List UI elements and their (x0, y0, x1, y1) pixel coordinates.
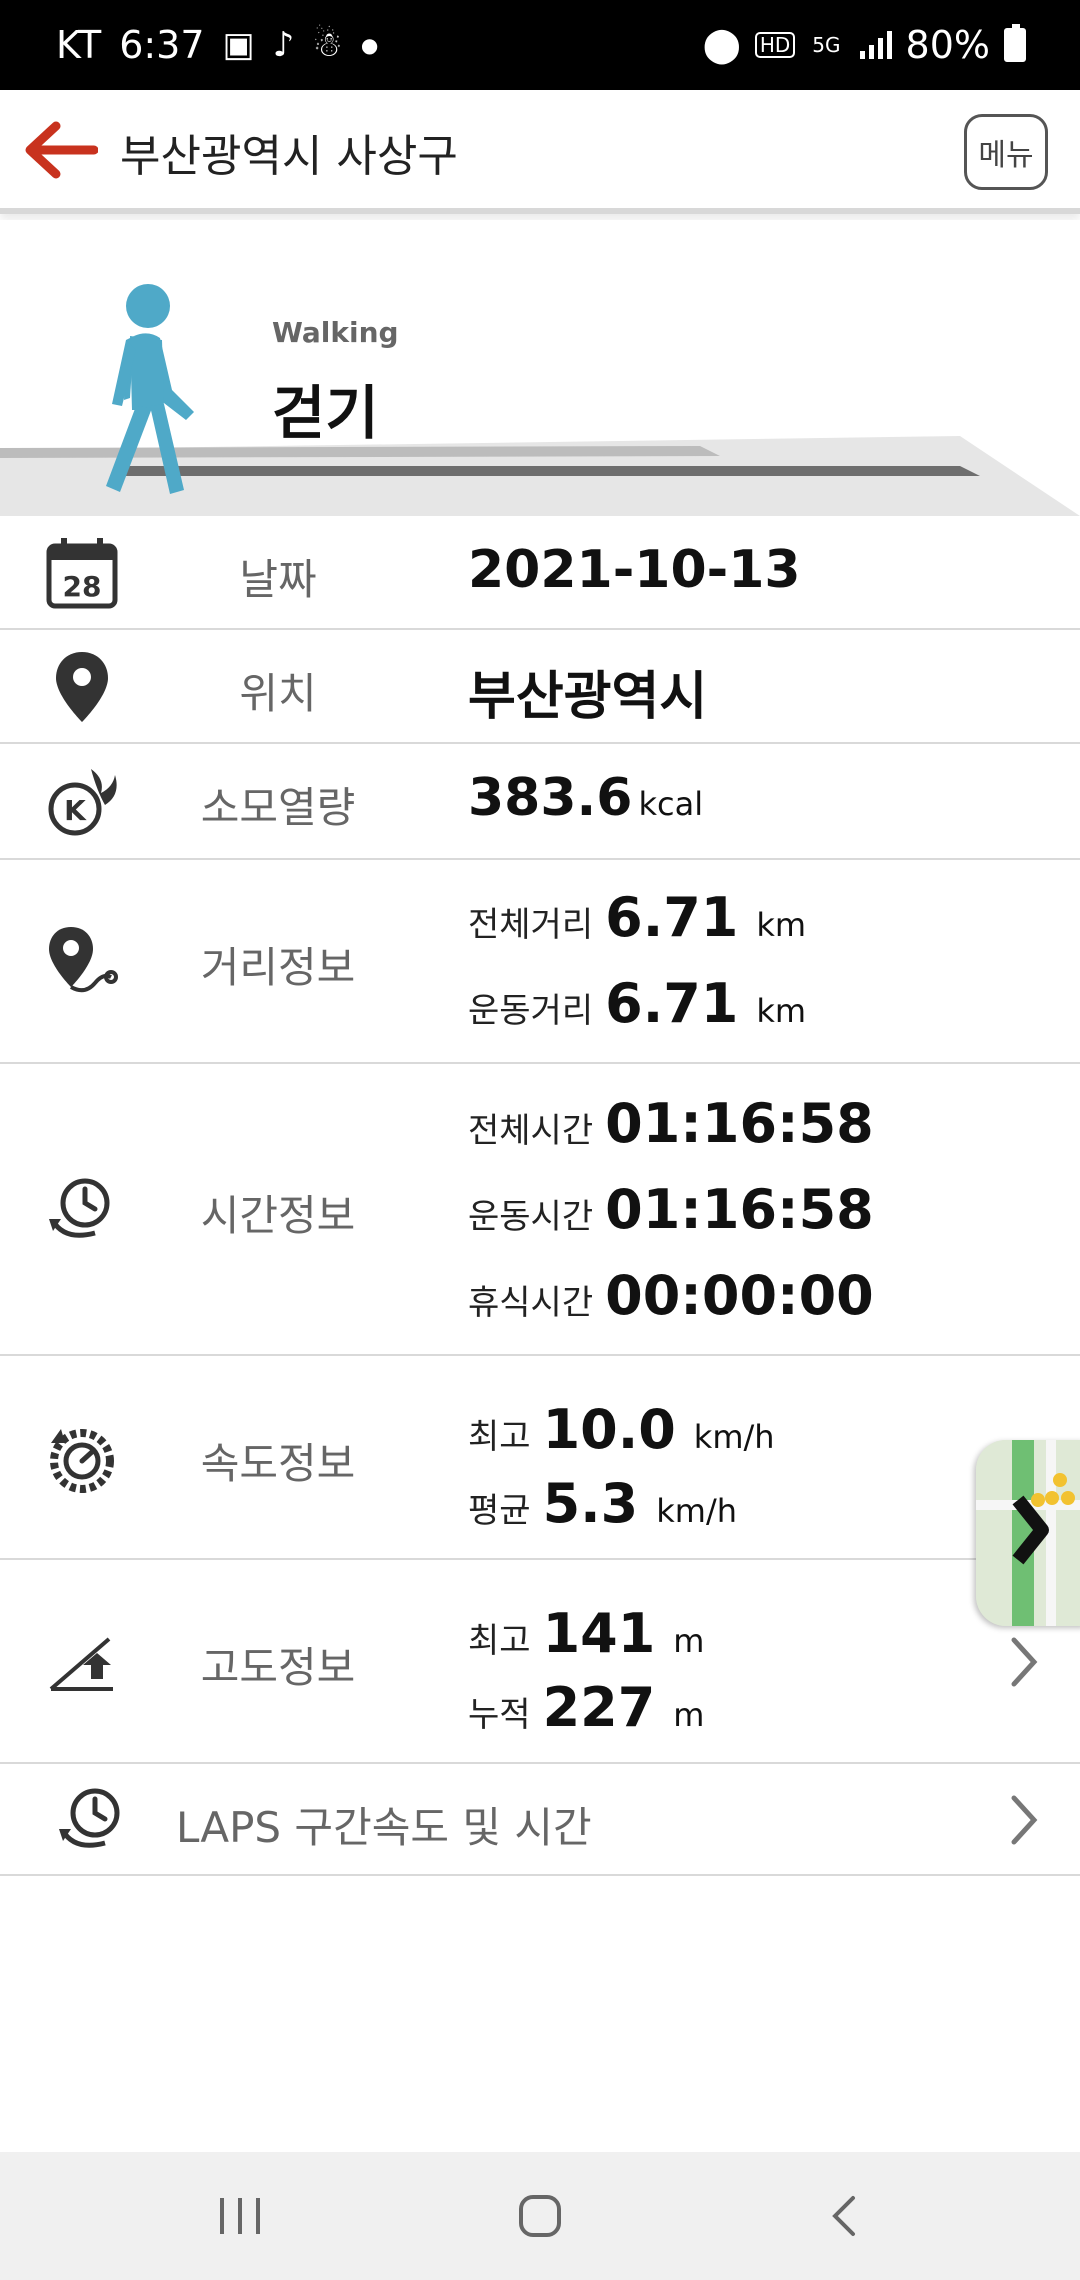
app-header: 부산광역시 사상구 메뉴 (0, 90, 1080, 214)
cumulative-altitude-value: 227 (542, 1676, 656, 1739)
gallery-icon: ▣ (222, 25, 255, 65)
exercise-distance-label: 운동거리 (468, 991, 594, 1031)
exercise-distance-unit: km (756, 992, 807, 1030)
exercise-time-label: 운동시간 (468, 1197, 594, 1237)
max-altitude-unit: m (673, 1622, 705, 1660)
altitude-label: 고도정보 (200, 1643, 356, 1692)
page-title: 부산광역시 사상구 (120, 131, 458, 182)
row-date: 28 날짜 2021-10-13 (0, 516, 1080, 630)
speedometer-icon (40, 1416, 124, 1500)
clock-cycle-icon (50, 1778, 134, 1862)
hd-icon: HD (754, 32, 796, 58)
rest-time-line: 휴식시간 00:00:00 (468, 1264, 874, 1327)
map-preview-graphic (976, 1440, 1080, 1626)
map-thumbnail-button[interactable] (976, 1440, 1080, 1626)
route-pin-icon (40, 920, 124, 1004)
location-value: 부산광역시 (468, 667, 708, 727)
max-speed-line: 최고 10.0 km/h (468, 1398, 775, 1461)
row-speed[interactable]: 속도정보 최고 10.0 km/h 평균 5.3 km/h (0, 1356, 1080, 1560)
cumulative-altitude-unit: m (673, 1696, 705, 1734)
back-chevron-icon (832, 2196, 855, 2236)
status-bar-left: KT 6:37 ▣ ♪ ☃ ● (56, 0, 378, 90)
dot-icon: ● (360, 33, 379, 57)
battery-percent: 80% (905, 23, 990, 67)
record-detail-list: 28 날짜 2021-10-13 위치 부산광역시 K 소모열량 383.6 kc… (0, 516, 1080, 1876)
avg-speed-value: 5.3 (542, 1472, 639, 1535)
date-label: 날짜 (239, 555, 317, 604)
calorie-flame-icon: K (40, 760, 124, 844)
home-icon (519, 2195, 561, 2237)
tiktok-icon: ♪ (272, 25, 295, 65)
activity-hero: Walking 걷기 (0, 220, 1080, 516)
total-distance-line: 전체거리 6.71 km (468, 886, 806, 949)
max-altitude-value: 141 (542, 1602, 656, 1665)
calories-unit: kcal (638, 785, 704, 823)
row-calories: K 소모열량 383.6 kcal (0, 744, 1080, 860)
row-altitude[interactable]: 고도정보 최고 141 m 누적 227 m (0, 1560, 1080, 1764)
max-speed-unit: km/h (693, 1418, 775, 1456)
total-distance-value: 6.71 (605, 886, 739, 949)
home-button[interactable] (500, 2152, 580, 2280)
rest-time-label: 휴식시간 (468, 1283, 594, 1323)
max-altitude-label: 최고 (468, 1621, 531, 1661)
chevron-right-icon (1011, 1637, 1038, 1687)
total-time-label: 전체시간 (468, 1111, 594, 1151)
date-value: 2021-10-13 (468, 540, 801, 600)
rest-time-value: 00:00:00 (605, 1264, 874, 1327)
svg-text:K: K (64, 794, 87, 827)
max-altitude-line: 최고 141 m (468, 1602, 704, 1665)
total-time-value: 01:16:58 (605, 1092, 874, 1155)
exercise-time-value: 01:16:58 (605, 1178, 874, 1241)
location-label: 위치 (239, 669, 317, 718)
location-status-icon: ⬤ (702, 25, 741, 65)
carrier-label: KT (56, 23, 102, 67)
network-5g-icon: 5G (812, 33, 841, 57)
speed-label: 속도정보 (200, 1439, 356, 1488)
clock-cycle-icon (40, 1168, 124, 1252)
distance-label: 거리정보 (200, 943, 356, 992)
row-location: 위치 부산광역시 (0, 630, 1080, 744)
battery-icon (1004, 24, 1026, 62)
cumulative-altitude-line: 누적 227 m (468, 1676, 704, 1739)
slope-icon (40, 1620, 124, 1704)
clock: 6:37 (119, 23, 205, 67)
max-speed-label: 최고 (468, 1417, 531, 1457)
activity-name-korean: 걷기 (272, 379, 379, 447)
avg-speed-unit: km/h (656, 1492, 737, 1530)
total-distance-unit: km (756, 906, 807, 944)
recent-apps-icon (220, 2198, 260, 2234)
time-label: 시간정보 (200, 1191, 356, 1240)
recent-apps-button[interactable] (200, 2152, 280, 2280)
walking-person-icon (106, 284, 194, 494)
exercise-distance-line: 운동거리 6.71 km (468, 972, 806, 1035)
cumulative-altitude-label: 누적 (468, 1695, 531, 1735)
calories-value-group: 383.6 kcal (468, 768, 703, 828)
total-time-line: 전체시간 01:16:58 (468, 1092, 874, 1155)
avg-speed-line: 평균 5.3 km/h (468, 1472, 737, 1535)
svg-text:28: 28 (63, 570, 102, 603)
calendar-icon: 28 (40, 531, 124, 615)
max-speed-value: 10.0 (542, 1398, 676, 1461)
row-laps[interactable]: LAPS 구간속도 및 시간 (0, 1764, 1080, 1876)
back-arrow-icon[interactable] (22, 120, 98, 180)
back-button[interactable] (804, 2152, 884, 2280)
exercise-time-line: 운동시간 01:16:58 (468, 1178, 874, 1241)
signal-icon (859, 31, 892, 59)
status-bar: KT 6:37 ▣ ♪ ☃ ● ⬤ HD 5G 80% (0, 0, 1080, 90)
laps-label: LAPS 구간속도 및 시간 (176, 1803, 592, 1852)
chevron-right-icon (1011, 1795, 1038, 1845)
calories-value: 383.6 (468, 768, 633, 828)
exercise-distance-value: 6.71 (605, 972, 739, 1035)
row-time: 시간정보 전체시간 01:16:58 운동시간 01:16:58 휴식시간 00… (0, 1064, 1080, 1356)
row-distance: 거리정보 전체거리 6.71 km 운동거리 6.71 km (0, 860, 1080, 1064)
status-bar-right: ⬤ HD 5G 80% (703, 0, 1026, 90)
system-nav-bar (0, 2152, 1080, 2280)
avg-speed-label: 평균 (468, 1491, 531, 1531)
location-pin-icon (40, 645, 124, 729)
accessibility-icon: ☃ (312, 25, 343, 65)
menu-button[interactable]: 메뉴 (964, 114, 1048, 190)
calories-label: 소모열량 (200, 783, 356, 832)
total-distance-label: 전체거리 (468, 905, 594, 945)
activity-name-english: Walking (272, 316, 399, 349)
